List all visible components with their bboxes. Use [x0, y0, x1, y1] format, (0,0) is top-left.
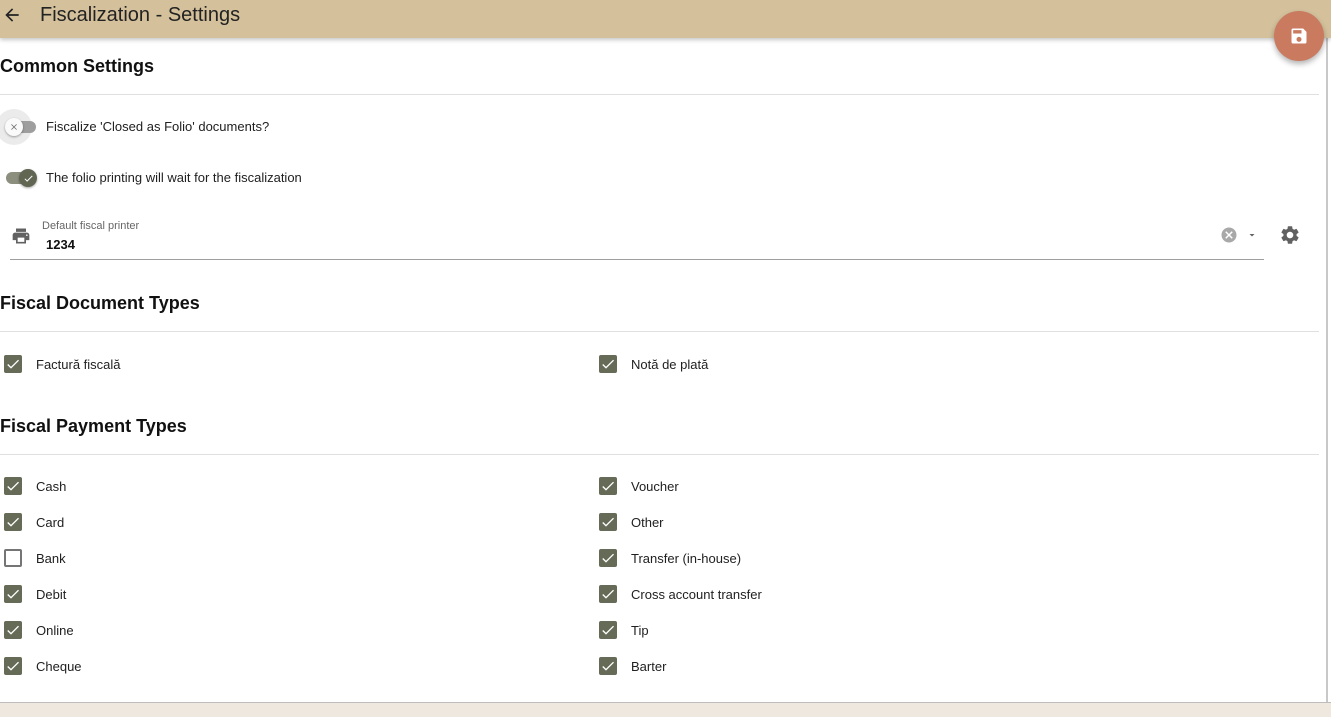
checkbox-box[interactable] [599, 585, 617, 603]
checkbox-box[interactable] [4, 355, 22, 373]
scrollbar[interactable] [1326, 38, 1328, 703]
checkbox-barter[interactable]: Barter [599, 655, 999, 677]
check-icon [602, 589, 614, 599]
check-icon [7, 481, 19, 491]
checkbox-box[interactable] [4, 585, 22, 603]
checkbox-label: Transfer (in-house) [631, 550, 742, 566]
toggle-label: Fiscalize 'Closed as Folio' documents? [46, 119, 270, 134]
checkbox-box[interactable] [599, 477, 617, 495]
check-icon [7, 359, 19, 369]
checkbox-label: Barter [631, 658, 667, 674]
bottom-panel-edge [0, 702, 1331, 717]
fiscal-payment-types-heading: Fiscal Payment Types [0, 416, 187, 436]
checkbox-not-de-plat[interactable]: Notă de plată [599, 353, 999, 375]
toggle-thumb[interactable] [19, 169, 37, 187]
checkbox-label: Other [631, 514, 664, 530]
checkbox-label: Cheque [36, 658, 82, 674]
divider [0, 454, 1319, 455]
checkbox-bank[interactable]: Bank [4, 547, 404, 569]
check-icon [7, 661, 19, 671]
app-bar: Fiscalization - Settings [0, 0, 1331, 38]
save-icon [1291, 28, 1307, 44]
toggle-folio-wait[interactable]: The folio printing will wait for the fis… [0, 163, 600, 193]
checkbox-cross-account-transfer[interactable]: Cross account transfer [599, 583, 999, 605]
chevron-down-icon[interactable] [1246, 229, 1258, 241]
checkbox-cheque[interactable]: Cheque [4, 655, 404, 677]
checkbox-voucher[interactable]: Voucher [599, 475, 999, 497]
checkbox-label: Cash [36, 478, 67, 494]
checkbox-box[interactable] [4, 513, 22, 531]
checkbox-box[interactable] [4, 621, 22, 639]
gear-icon[interactable] [1279, 224, 1301, 246]
clear-icon[interactable] [1220, 226, 1238, 244]
check-icon [602, 481, 614, 491]
checkbox-box[interactable] [599, 657, 617, 675]
checkbox-label: Factură fiscală [36, 356, 121, 372]
checkbox-debit[interactable]: Debit [4, 583, 404, 605]
check-icon [7, 625, 19, 635]
checkbox-label: Card [36, 514, 65, 530]
checkbox-tip[interactable]: Tip [599, 619, 999, 641]
field-label: Default fiscal printer [42, 220, 140, 232]
checkbox-label: Tip [631, 622, 649, 638]
checkbox-box[interactable] [4, 657, 22, 675]
default-fiscal-printer-select[interactable]: Default fiscal printer 1234 [10, 214, 1264, 260]
printer-icon [12, 228, 30, 244]
fiscal-document-types-heading: Fiscal Document Types [0, 293, 200, 313]
checkbox-box[interactable] [4, 549, 22, 567]
common-settings-heading: Common Settings [0, 56, 155, 76]
checkbox-transfer-in-house[interactable]: Transfer (in-house) [599, 547, 999, 569]
check-icon [602, 553, 614, 563]
save-button[interactable] [1274, 11, 1324, 61]
check-icon [602, 359, 614, 369]
checkbox-box[interactable] [599, 549, 617, 567]
back-button[interactable] [0, 3, 24, 27]
checkbox-box[interactable] [599, 513, 617, 531]
checkbox-card[interactable]: Card [4, 511, 404, 533]
check-icon [24, 175, 33, 182]
check-icon [7, 589, 19, 599]
check-icon [602, 625, 614, 635]
checkbox-label: Online [36, 622, 74, 638]
checkbox-factur-fiscal[interactable]: Factură fiscală [4, 353, 404, 375]
check-icon [7, 517, 19, 527]
divider [0, 94, 1319, 95]
checkbox-box[interactable] [599, 621, 617, 639]
field-value: 1234 [46, 237, 75, 252]
check-icon [602, 661, 614, 671]
checkbox-cash[interactable]: Cash [4, 475, 404, 497]
toggle-closed-as-folio[interactable]: Fiscalize 'Closed as Folio' documents? [0, 109, 600, 145]
checkbox-label: Voucher [631, 478, 679, 494]
checkbox-label: Bank [36, 550, 66, 566]
page-title: Fiscalization - Settings [40, 4, 241, 26]
toggle-label: The folio printing will wait for the fis… [46, 170, 302, 185]
checkbox-box[interactable] [4, 477, 22, 495]
check-icon [602, 517, 614, 527]
checkbox-other[interactable]: Other [599, 511, 999, 533]
checkbox-online[interactable]: Online [4, 619, 404, 641]
toggle-thumb[interactable] [5, 118, 23, 136]
checkbox-label: Cross account transfer [631, 586, 762, 602]
checkbox-box[interactable] [599, 355, 617, 373]
close-icon [11, 124, 17, 130]
checkbox-label: Debit [36, 586, 67, 602]
divider [0, 331, 1319, 332]
checkbox-label: Notă de plată [631, 356, 709, 372]
arrow-back-icon [5, 8, 19, 22]
